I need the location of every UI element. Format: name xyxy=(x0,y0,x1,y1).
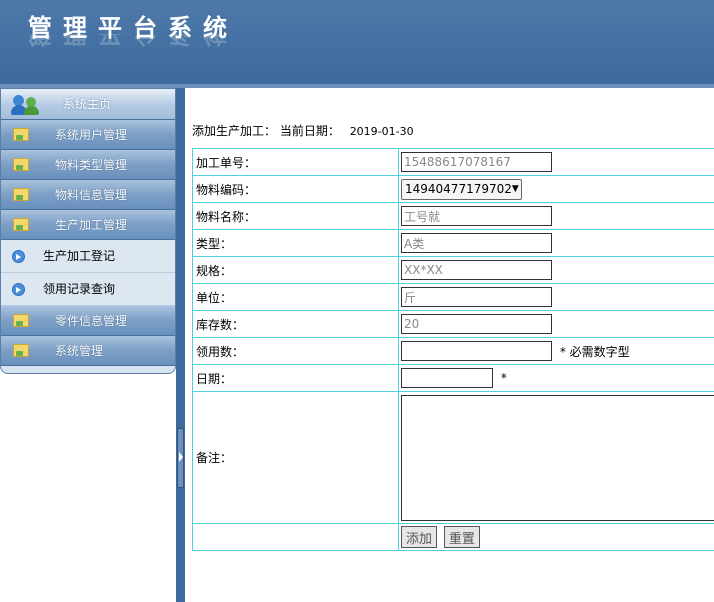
folder-icon xyxy=(13,128,29,141)
button-row-spacer xyxy=(192,523,399,551)
sidebar-item-material-info[interactable]: 物料信息管理 xyxy=(1,180,175,210)
form-row: 领用数： * 必需数字型 xyxy=(192,337,714,365)
users-icon xyxy=(11,93,41,117)
quantity-field[interactable] xyxy=(401,341,552,361)
spec-label: 规格： xyxy=(192,256,399,284)
reset-button[interactable]: 重置 xyxy=(443,526,480,548)
sidebar-item-label: 系统管理 xyxy=(55,344,104,358)
header-banner: 管理平台系统 管理平台系统 xyxy=(0,0,714,88)
sidebar-subitem-production-register[interactable]: 生产加工登记 xyxy=(1,240,175,273)
sidebar-item-home[interactable]: 系统主页 xyxy=(1,89,175,120)
sidebar-splitter xyxy=(176,88,185,602)
main-content: 添加生产加工： 当前日期： 2019-01-30 加工单号： 物料编码： 149… xyxy=(185,88,714,602)
quantity-hint: * 必需数字型 xyxy=(559,344,630,359)
date-required-mark: * xyxy=(500,371,507,385)
sidebar: 系统主页 系统用户管理 物料类型管理 物料信息管理 生产加工管理 生产加工登记 … xyxy=(0,88,176,374)
current-date: 2019-01-30 xyxy=(349,125,414,138)
app-title-reflection: 管理平台系统 xyxy=(28,34,238,48)
sidebar-item-production[interactable]: 生产加工管理 xyxy=(1,210,175,240)
folder-icon xyxy=(13,344,29,357)
sidebar-item-label: 零件信息管理 xyxy=(55,314,128,328)
remark-textarea[interactable] xyxy=(401,395,714,521)
remark-label: 备注： xyxy=(192,391,399,524)
folder-icon xyxy=(13,188,29,201)
arrow-right-circle-icon xyxy=(12,283,25,296)
production-form: 加工单号： 物料编码： 14940477179702 ▼ 物料名称： 类型： xyxy=(192,148,714,551)
type-field[interactable] xyxy=(401,233,552,253)
arrow-right-circle-icon xyxy=(12,250,25,263)
sidebar-item-label: 物料信息管理 xyxy=(55,188,128,202)
sidebar-item-label: 系统主页 xyxy=(63,97,112,111)
stock-field[interactable] xyxy=(401,314,552,334)
spec-field[interactable] xyxy=(401,260,552,280)
sidebar-item-system[interactable]: 系统管理 xyxy=(1,336,175,366)
sidebar-item-label: 生产加工管理 xyxy=(55,218,128,232)
page-heading: 添加生产加工： 当前日期： 2019-01-30 xyxy=(192,122,414,139)
app-root: 管理平台系统 管理平台系统 系统主页 系统用户管理 物料类型管理 物料信息管理 … xyxy=(0,0,714,602)
add-button[interactable]: 添加 xyxy=(401,526,438,548)
form-row: 库存数： xyxy=(192,310,714,338)
stock-label: 库存数： xyxy=(192,310,399,338)
folder-icon xyxy=(13,314,29,327)
form-row: 添加 重置 xyxy=(192,523,714,551)
material-name-field[interactable] xyxy=(401,206,552,226)
form-row: 单位： xyxy=(192,283,714,311)
type-label: 类型： xyxy=(192,229,399,257)
collapse-handle[interactable] xyxy=(177,428,184,488)
quantity-label: 领用数： xyxy=(192,337,399,365)
dropdown-arrow-icon: ▼ xyxy=(511,184,519,194)
date-field[interactable] xyxy=(401,368,493,388)
sidebar-subitem-usage-query[interactable]: 领用记录查询 xyxy=(1,273,175,306)
sidebar-item-label: 物料类型管理 xyxy=(55,158,128,172)
material-code-label: 物料编码： xyxy=(192,175,399,203)
material-name-label: 物料名称： xyxy=(192,202,399,230)
unit-label: 单位： xyxy=(192,283,399,311)
page-title: 添加生产加工： xyxy=(192,124,277,138)
form-row: 加工单号： xyxy=(192,148,714,176)
form-row: 规格： xyxy=(192,256,714,284)
material-code-value: 14940477179702 xyxy=(405,182,512,196)
form-row: 类型： xyxy=(192,229,714,257)
material-code-select[interactable]: 14940477179702 ▼ xyxy=(401,178,522,200)
date-label: 当前日期： xyxy=(279,124,340,138)
sidebar-item-parts-info[interactable]: 零件信息管理 xyxy=(1,306,175,336)
folder-icon xyxy=(13,158,29,171)
form-row: 物料编码： 14940477179702 ▼ xyxy=(192,175,714,203)
date-field-label: 日期： xyxy=(192,364,399,392)
unit-field[interactable] xyxy=(401,287,552,307)
form-row: 物料名称： xyxy=(192,202,714,230)
sidebar-item-user-management[interactable]: 系统用户管理 xyxy=(1,120,175,150)
form-row: 备注： xyxy=(192,391,714,524)
sidebar-item-label: 系统用户管理 xyxy=(55,128,128,142)
order-no-label: 加工单号： xyxy=(192,148,399,176)
sidebar-subitem-label: 生产加工登记 xyxy=(43,249,116,263)
order-no-field[interactable] xyxy=(401,152,552,172)
sidebar-subitem-label: 领用记录查询 xyxy=(43,282,116,296)
form-row: 日期： * xyxy=(192,364,714,392)
folder-icon xyxy=(13,218,29,231)
sidebar-item-material-type[interactable]: 物料类型管理 xyxy=(1,150,175,180)
